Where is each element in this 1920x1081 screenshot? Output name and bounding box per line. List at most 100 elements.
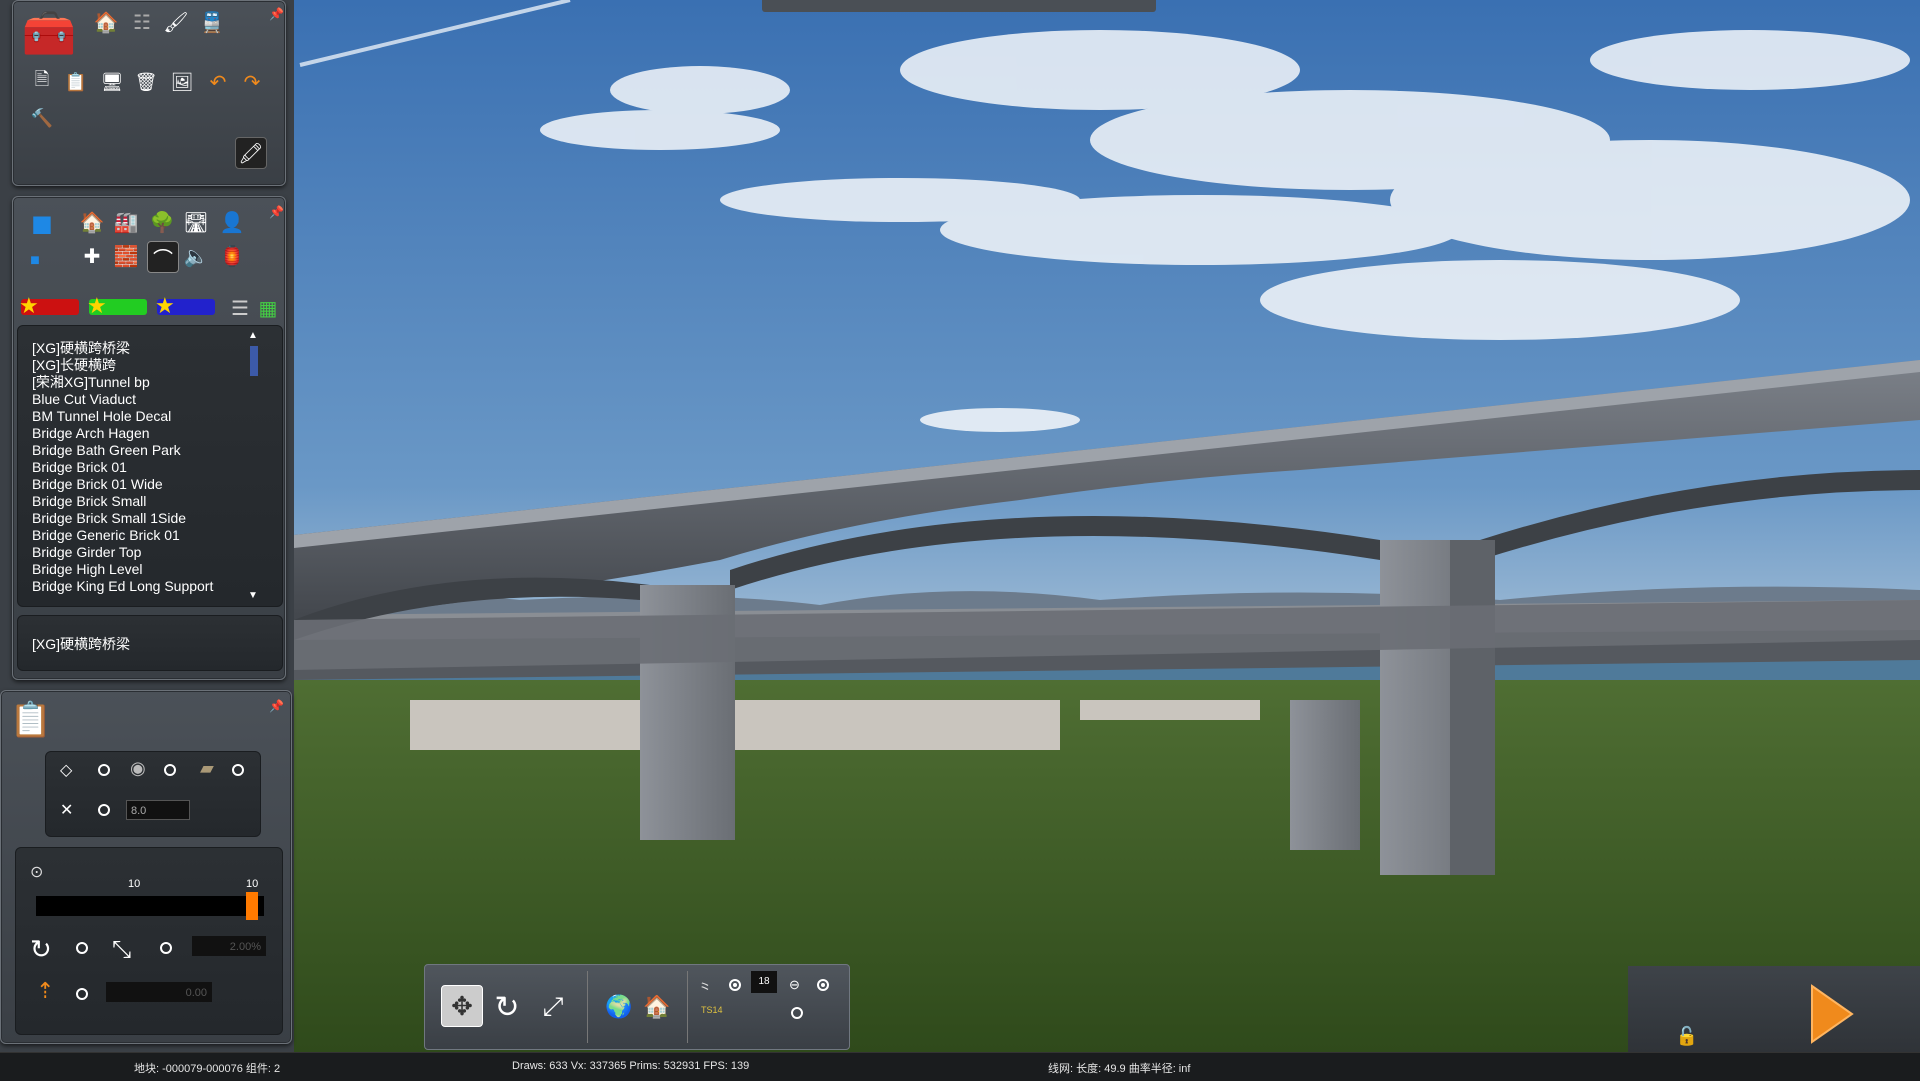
snap-options-box: ◇ ◉ ▰ ✕ 8.0 [45, 751, 261, 837]
play-button[interactable] [1772, 978, 1862, 1048]
status-bar: 地块: -000079-000076 组件: 2 Draws: 633 Vx: … [0, 1052, 1920, 1081]
asset-list[interactable]: [XG]硬横跨桥梁 [XG]长硬横跨 [荣湘XG]Tunnel bp Blue Cut… [16, 328, 280, 608]
filter-blue[interactable]: ★ [155, 293, 215, 318]
rotate-icon[interactable]: ↻ [30, 934, 52, 965]
height-arrow-icon[interactable]: ⇡ [36, 978, 54, 1004]
lock-radio[interactable] [817, 979, 829, 991]
track-layer-icon[interactable]: ⺀ [697, 975, 713, 999]
asset-list-scrollbar[interactable]: ▲ ▼ [248, 330, 260, 602]
track-number-box[interactable]: 18 [751, 971, 777, 993]
list-item[interactable]: Bridge Bath Green Park [32, 442, 181, 459]
status-track-info: 线网: 长度: 49.9 曲率半径: inf [1048, 1063, 1191, 1075]
plane-snap-radio[interactable] [98, 764, 110, 776]
rotate-tool-icon[interactable]: ↻ [487, 987, 527, 1027]
scale-radio[interactable] [160, 942, 172, 954]
speaker-category-icon[interactable]: 🔈 [181, 241, 211, 271]
offset-snap-icon: ✕ [60, 802, 74, 819]
list-item[interactable]: Bridge Brick 01 Wide [32, 476, 163, 493]
rotate-radio[interactable] [76, 942, 88, 954]
road-category-icon[interactable]: 🛣 [181, 207, 211, 237]
list-item[interactable]: Bridge Girder Top [32, 544, 141, 561]
train-icon[interactable]: 🚆 [197, 7, 227, 37]
object-cube-icon[interactable]: ■ [19, 201, 65, 247]
screenshot-icon[interactable]: 🖼 [167, 67, 197, 97]
paste-icon[interactable]: 📋 [61, 67, 91, 97]
list-item[interactable]: [XG]长硬横跨 [32, 357, 116, 374]
play-icon [1811, 984, 1854, 1044]
top-handle-bar[interactable] [762, 0, 1156, 12]
factory-category-icon[interactable]: 🏭 [111, 207, 141, 237]
list-item[interactable]: Bridge Arch Hagen [32, 425, 150, 442]
signal-category-icon[interactable]: ✚ [77, 241, 107, 271]
house-category-icon[interactable]: 🏠 [77, 207, 107, 237]
delete-icon[interactable]: 🗑 [131, 67, 161, 97]
status-tile-info: 地块: -000079-000076 组件: 2 [134, 1063, 281, 1075]
pin-icon[interactable]: 📌 [269, 205, 284, 219]
list-view-icon[interactable]: ☰ [225, 293, 255, 323]
main-toolbox-panel: 🧰 🏠 ☷ 🖌 🚆 📌 🗎 📋 🖥 🗑 🖼 ↶ ↷ 🔨 🖍 [12, 0, 286, 186]
track-layer-radio[interactable] [729, 979, 741, 991]
list-item[interactable]: Bridge Generic Brick 01 [32, 527, 180, 544]
paint-brush-icon[interactable]: 🖌 [161, 7, 191, 37]
redo-icon[interactable]: ↷ [237, 67, 267, 97]
scroll-thumb[interactable] [250, 346, 258, 376]
star-icon: ★ [155, 293, 175, 318]
slider-max-label: 10 [246, 878, 259, 890]
tree-category-icon[interactable]: 🌳 [147, 207, 177, 237]
home-icon[interactable]: 🏠 [91, 7, 121, 37]
tools-icon[interactable]: 🔨 [27, 103, 57, 133]
list-item[interactable]: Bridge King Ed Long Support [32, 578, 213, 595]
scale-icon[interactable]: ⤡ [112, 936, 131, 964]
lamp-category-icon[interactable]: 🏮 [217, 241, 247, 271]
pin-icon[interactable]: 📌 [269, 699, 284, 713]
local-house-icon[interactable]: 🏠 [639, 989, 675, 1025]
list-item[interactable]: Bridge Brick Small [32, 493, 146, 510]
bottom-toolbar: ✥ ↻ ⤢ 🌍 🏠 ⺀ 18 ⊖ TS14 [424, 964, 850, 1050]
gradient-field[interactable]: 2.00% [192, 936, 266, 956]
height-slider[interactable] [36, 892, 264, 920]
toggle-icon[interactable]: ⊙ [30, 862, 43, 882]
person-category-icon[interactable]: 👤 [217, 207, 247, 237]
ts-radio[interactable] [791, 1007, 803, 1019]
toolbar-separator [587, 971, 588, 1043]
scroll-down-arrow-icon[interactable]: ▼ [248, 590, 258, 601]
properties-panel: 📋 📌 ◇ ◉ ▰ ✕ 8.0 ⊙ 10 10 ↻ ⤡ 2.00% ⇡ 0.00 [0, 690, 292, 1044]
list-item[interactable]: Bridge Brick Small 1Side [32, 510, 186, 527]
track-icon[interactable]: ☷ [127, 7, 157, 37]
list-item[interactable]: Bridge High Level [32, 561, 143, 578]
pin-icon[interactable]: 📌 [269, 7, 284, 21]
undo-icon[interactable]: ↶ [203, 67, 233, 97]
height-slider-handle[interactable] [246, 892, 258, 920]
select-icon[interactable]: 🗎 [27, 67, 57, 97]
toolbox-icon[interactable]: 🧰 [19, 3, 79, 63]
edit-mode-icon[interactable]: 🖍 [235, 137, 267, 169]
disc-snap-radio[interactable] [164, 764, 176, 776]
filter-green[interactable]: ★ [87, 293, 147, 318]
offset-field[interactable]: 8.0 [126, 800, 190, 820]
list-item[interactable]: [XG]硬横跨桥梁 [32, 340, 130, 357]
transform-box: ⊙ 10 10 ↻ ⤡ 2.00% ⇡ 0.00 [15, 847, 283, 1035]
list-item[interactable]: Blue Cut Viaduct [32, 391, 136, 408]
status-render-stats: Draws: 633 Vx: 337365 Prims: 532931 FPS:… [512, 1060, 750, 1072]
offset-snap-radio[interactable] [98, 804, 110, 816]
unlock-icon[interactable]: 🔓 [1672, 1022, 1702, 1050]
clipboard-icon[interactable]: 📋 [9, 695, 53, 745]
grid-view-icon[interactable]: ▦ [253, 293, 283, 323]
height-radio[interactable] [76, 988, 88, 1000]
height-field[interactable]: 0.00 [106, 982, 212, 1002]
list-item[interactable]: BM Tunnel Hole Decal [32, 408, 171, 425]
list-item[interactable]: Bridge Brick 01 [32, 459, 127, 476]
toolbar-separator [687, 971, 688, 1043]
monitor-icon[interactable]: 🖥 [97, 67, 127, 97]
move-icon[interactable]: ✥ [441, 985, 483, 1027]
tunnel-category-icon[interactable]: ⌒ [147, 241, 179, 273]
world-icon[interactable]: 🌍 [601, 989, 637, 1025]
lock-small-icon[interactable]: ⊖ [789, 977, 800, 993]
scroll-up-arrow-icon[interactable]: ▲ [248, 330, 258, 341]
scale-tool-icon[interactable]: ⤢ [533, 987, 573, 1027]
rail-snap-radio[interactable] [232, 764, 244, 776]
filter-red[interactable]: ★ [19, 293, 79, 318]
platform-category-icon[interactable]: 🧱 [111, 241, 141, 271]
list-item[interactable]: [荣湘XG]Tunnel bp [32, 374, 150, 391]
small-cube-icon[interactable]: ■ [23, 249, 47, 273]
